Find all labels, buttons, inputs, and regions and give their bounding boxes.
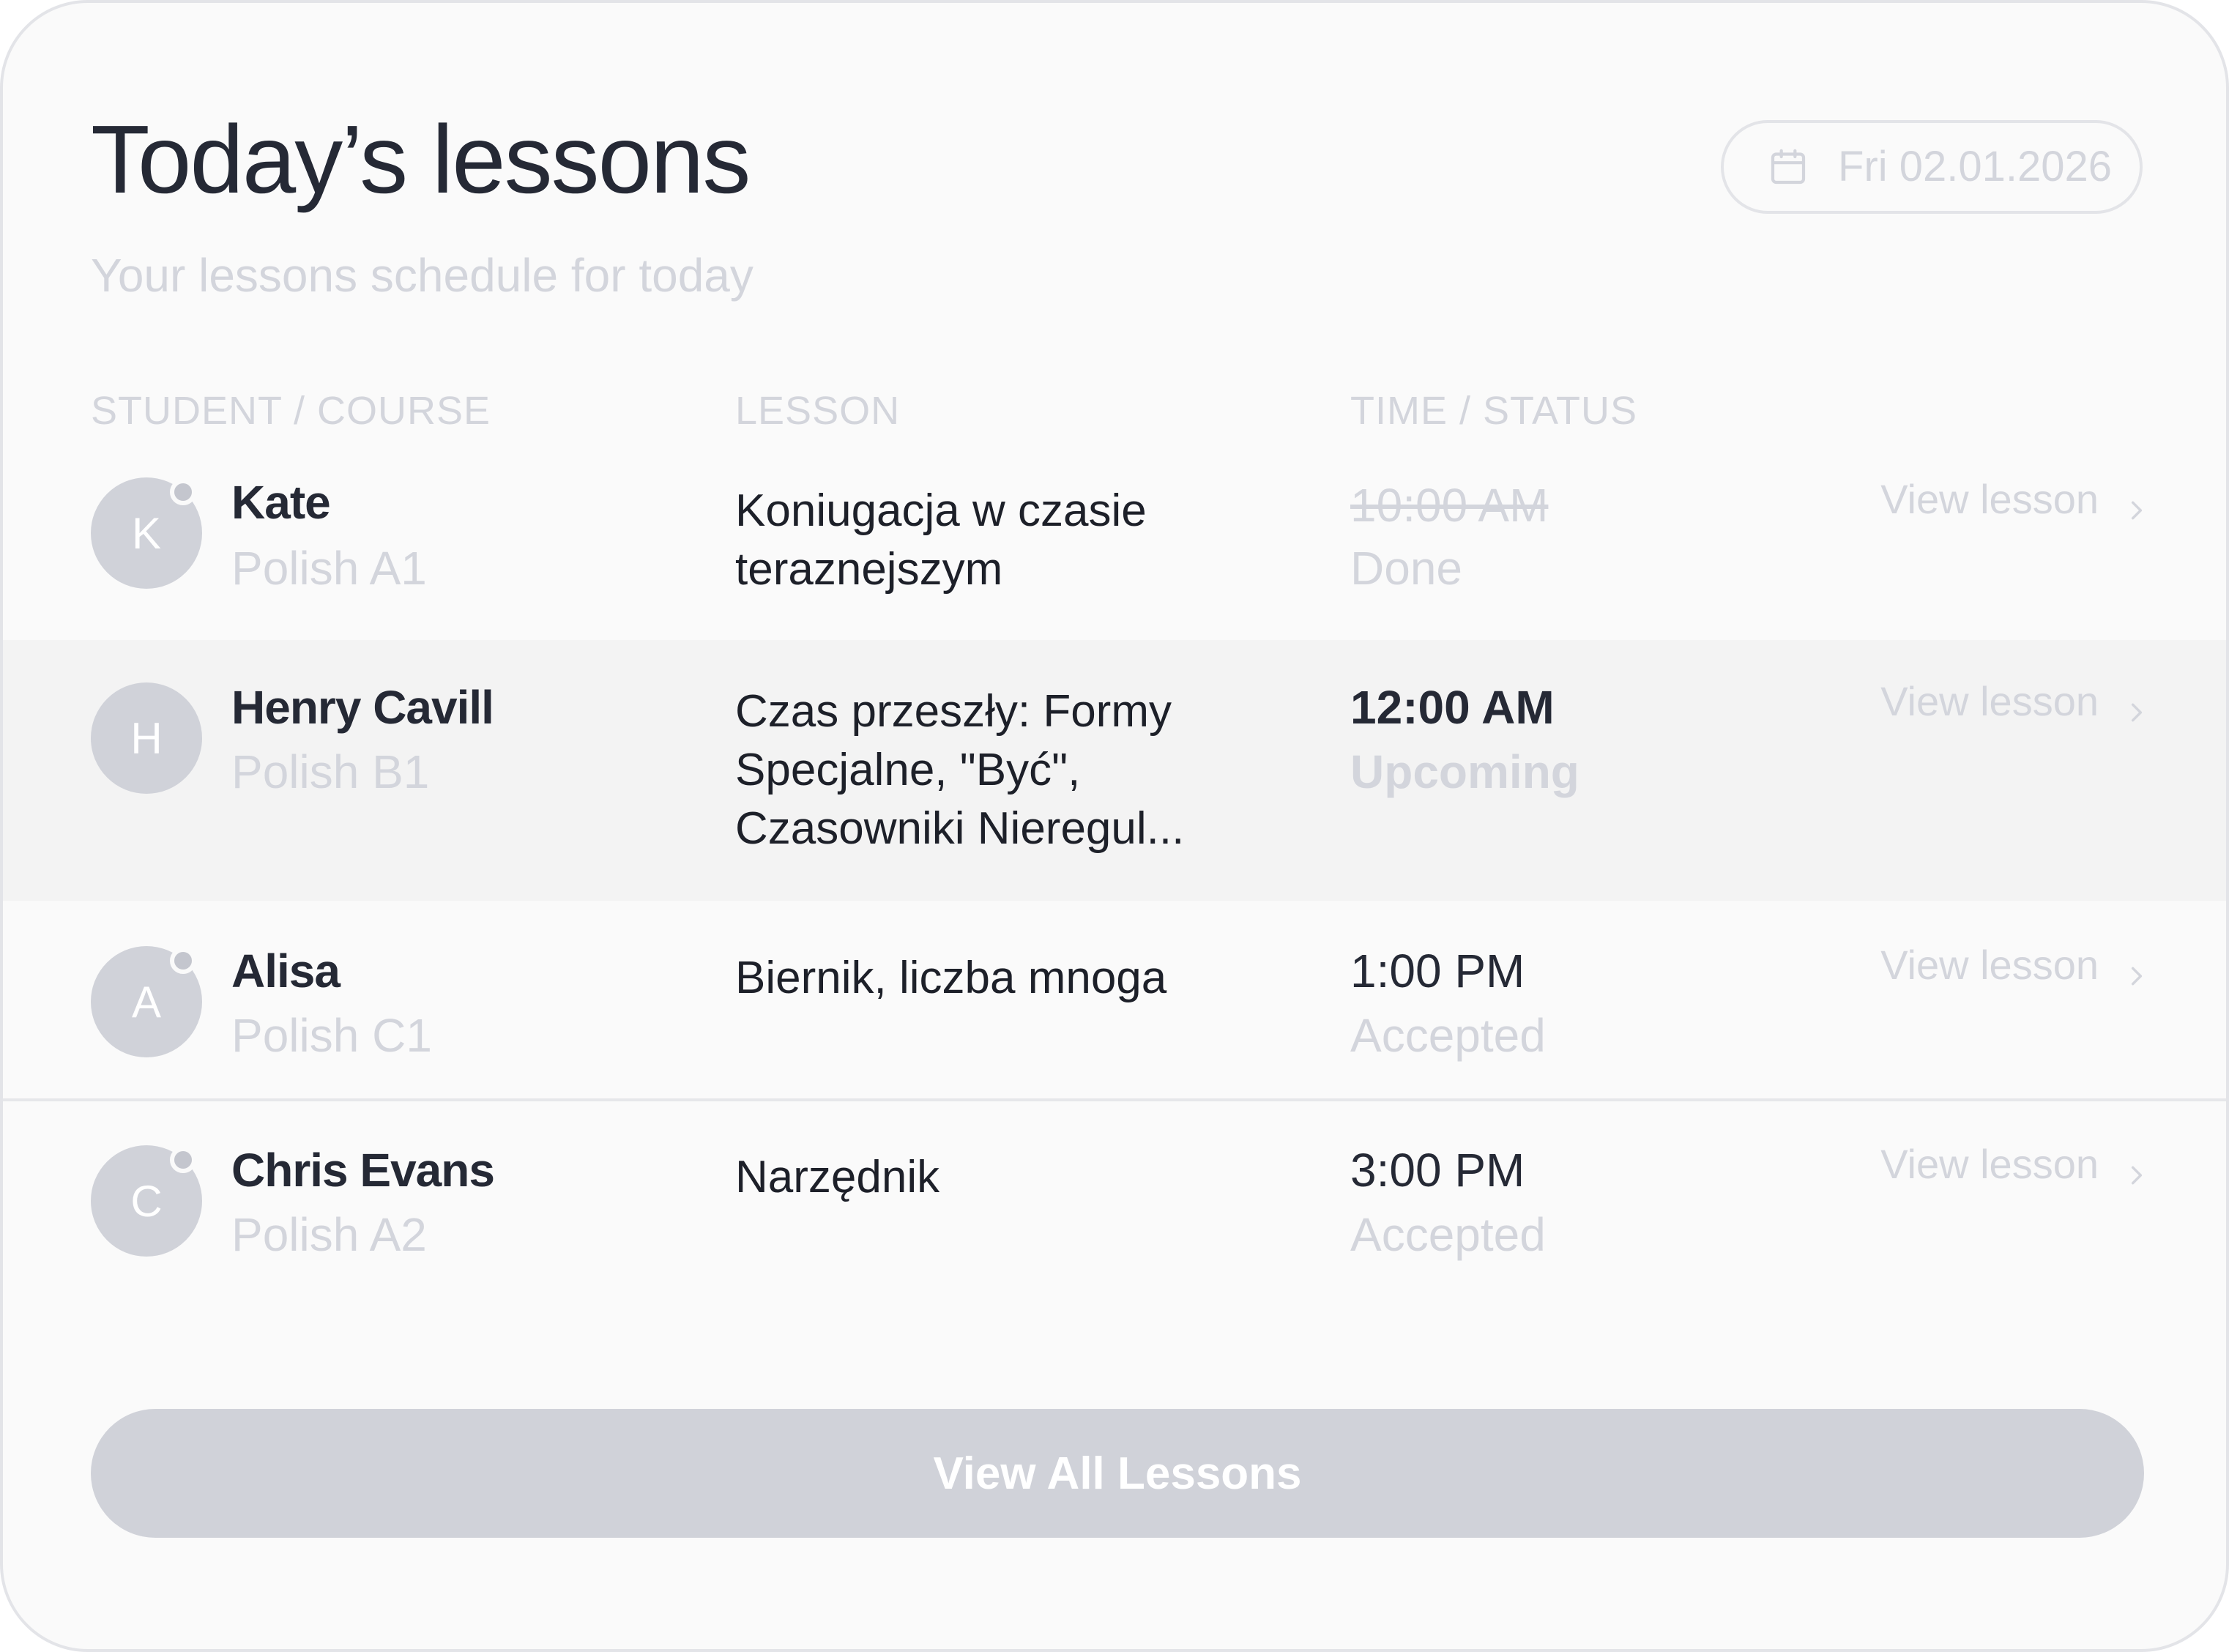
lesson-status: Done [1350,542,1462,595]
avatar: C [91,1145,202,1257]
student-course: Polish B1 [231,745,430,798]
avatar-initial: C [130,1176,163,1226]
view-lesson-link[interactable]: View lesson [1880,1144,2148,1185]
lesson-row[interactable]: C Chris Evans Polish A2 Narzędnik 3:00 P… [3,1101,2226,1299]
view-lesson-label: View lesson [1880,1141,2099,1187]
date-picker[interactable]: Fri 02.01.2026 [1721,120,2143,214]
view-lesson-label: View lesson [1880,678,2099,724]
view-lesson-link[interactable]: View lesson [1880,479,2148,520]
view-lesson-label: View lesson [1880,476,2099,522]
student-course: Polish A2 [231,1208,427,1261]
column-header-student: STUDENT / COURSE [91,389,491,433]
chevron-right-icon [2125,690,2148,722]
lesson-status: Accepted [1350,1208,1546,1261]
student-course: Polish C1 [231,1009,432,1062]
lesson-status: Upcoming [1350,745,1579,798]
lesson-time: 12:00 AM [1350,681,1555,734]
student-name: Kate [231,476,331,529]
student-course: Polish A1 [231,542,427,595]
lesson-title: Koniugacja w czasie teraznejszym [735,485,1147,595]
status-dot [170,948,196,974]
page-title: Today’s lessons [91,105,751,213]
student-name: Henry Cavill [231,681,494,734]
lesson-time: 3:00 PM [1350,1144,1525,1197]
chevron-right-icon [2125,953,2148,986]
lesson-time: 10:00 AM [1350,479,1549,532]
avatar: A [91,946,202,1057]
view-lesson-link[interactable]: View lesson [1880,681,2148,722]
calendar-icon [1768,146,1809,187]
student-name: Alisa [231,945,341,997]
column-header-time: TIME / STATUS [1350,389,1638,433]
lessons-card: Today’s lessons Your lessons schedule fo… [0,0,2229,1652]
avatar-initial: K [131,508,162,558]
lesson-title: Narzędnik [735,1152,940,1202]
avatar-initial: A [131,977,162,1027]
student-name: Chris Evans [231,1144,495,1197]
lesson-time: 1:00 PM [1350,945,1525,997]
lesson-title: Czas przeszły: Formy Specjalne, "Być", C… [735,686,1185,854]
avatar: H [91,682,202,794]
column-header-lesson: LESSON [735,389,901,433]
avatar: K [91,477,202,589]
lesson-row[interactable]: K Kate Polish A1 Koniugacja w czasie ter… [3,450,2226,640]
date-label: Fri 02.01.2026 [1838,143,2113,190]
avatar-initial: H [130,713,163,763]
lesson-row[interactable]: A Alisa Polish C1 Biernik, liczba mnoga … [3,901,2226,1098]
lesson-row[interactable]: H Henry Cavill Polish B1 Czas przeszły: … [3,640,2226,901]
status-dot [170,1147,196,1173]
lesson-title: Biernik, liczba mnoga [735,953,1167,1003]
page-subtitle: Your lessons schedule for today [91,249,753,302]
chevron-right-icon [2125,488,2148,520]
view-all-lessons-button[interactable]: View All Lessons [91,1409,2144,1538]
view-lesson-link[interactable]: View lesson [1880,945,2148,986]
lesson-status: Accepted [1350,1009,1546,1062]
status-dot [170,479,196,505]
view-lesson-label: View lesson [1880,942,2099,988]
chevron-right-icon [2125,1153,2148,1185]
